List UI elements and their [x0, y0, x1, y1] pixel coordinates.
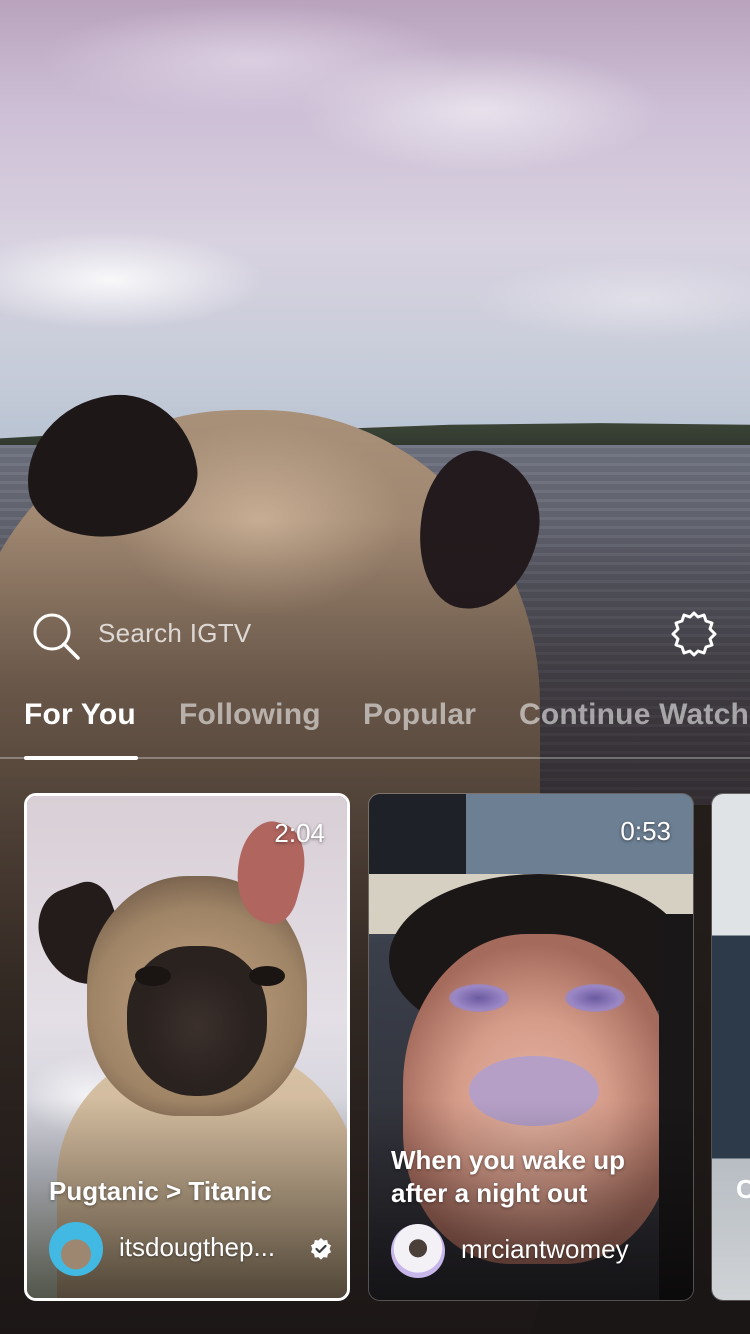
video-title: Pugtanic > Titanic	[49, 1176, 272, 1206]
search-icon[interactable]	[30, 610, 82, 662]
video-card[interactable]: 2:04 Pugtanic > Titanic itsdougthep...	[24, 793, 350, 1301]
tabs-divider	[0, 757, 750, 759]
gear-icon[interactable]	[668, 608, 720, 660]
verified-badge-icon	[311, 1238, 331, 1260]
tab-popular[interactable]: Popular	[363, 698, 476, 732]
tab-continue-watching[interactable]: Continue Watching	[519, 698, 750, 732]
search-bar[interactable]: Search IGTV	[0, 600, 750, 670]
pug-eye	[135, 966, 171, 986]
sky	[0, 0, 750, 440]
tab-for-you[interactable]: For You	[24, 698, 136, 732]
video-card[interactable]: 0:53 When you wake up after a night out …	[368, 793, 694, 1301]
video-card[interactable]: C	[711, 793, 750, 1301]
tab-following[interactable]: Following	[179, 698, 321, 732]
avatar[interactable]	[391, 1224, 445, 1278]
pug-eye	[249, 966, 285, 986]
search-input[interactable]: Search IGTV	[98, 618, 252, 649]
username[interactable]: itsdougthep...	[119, 1232, 275, 1263]
video-duration: 0:53	[620, 816, 671, 846]
video-title: C	[736, 1174, 750, 1205]
video-title: When you wake up after a night out	[391, 1145, 626, 1208]
avatar[interactable]	[49, 1222, 103, 1276]
tab-bar: For You Following Popular Continue Watch…	[0, 690, 750, 760]
eye	[565, 984, 625, 1012]
video-author[interactable]: mrciantwomey	[391, 1224, 681, 1280]
video-author[interactable]: itsdougthep...	[49, 1222, 339, 1278]
video-duration: 2:04	[274, 818, 325, 848]
eye	[449, 984, 509, 1012]
username[interactable]: mrciantwomey	[461, 1234, 629, 1265]
video-thumbnail	[712, 794, 750, 1300]
